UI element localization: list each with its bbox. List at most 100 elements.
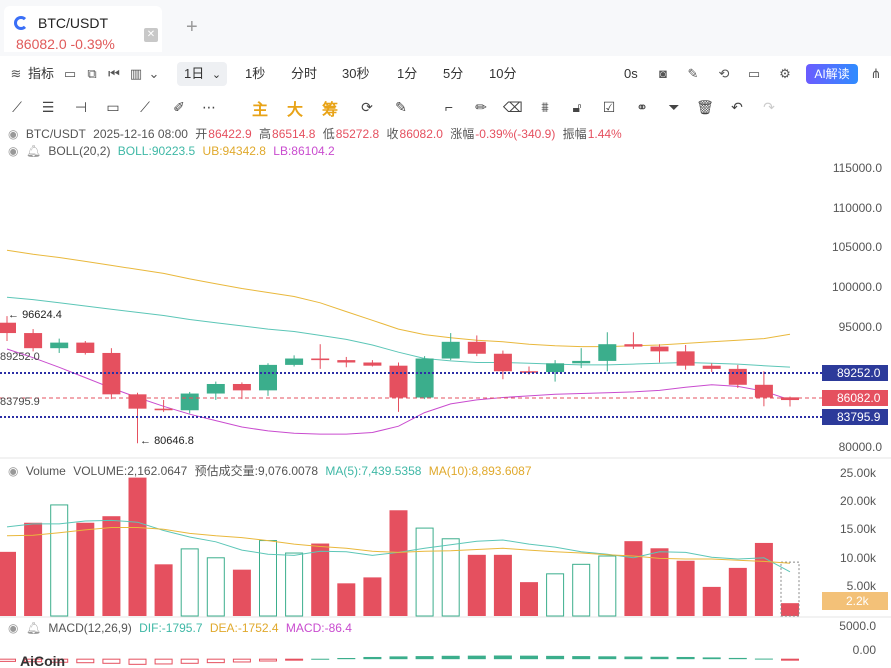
ohlc-change-label: 涨幅 xyxy=(450,127,475,141)
brand-logo: AiCoin xyxy=(20,653,65,668)
eye-icon[interactable]: ◉ xyxy=(8,127,18,141)
candle-body xyxy=(180,393,199,411)
candle-body xyxy=(702,365,721,369)
ai-interpret-button[interactable]: AI解读 xyxy=(806,64,858,84)
macd-bar xyxy=(467,655,486,660)
ray-icon[interactable]: ⊣ xyxy=(72,98,90,116)
redo-icon[interactable]: ↷ xyxy=(760,98,778,116)
camera-icon[interactable]: ◙ xyxy=(655,66,671,82)
macd-bar xyxy=(102,658,121,664)
candle-body xyxy=(50,342,69,349)
more-icon[interactable]: ⋯ xyxy=(200,98,218,116)
undo-icon[interactable]: ↶ xyxy=(728,98,746,116)
measure-icon[interactable]: ✏ xyxy=(472,98,490,116)
magnet-icon[interactable]: ⩩ xyxy=(536,98,554,116)
volume-axis-label: 25.00k xyxy=(840,466,877,480)
volume-bar xyxy=(50,504,69,617)
draw-tool-icon[interactable]: ✎ xyxy=(392,98,410,116)
sync-icon[interactable]: ⟲ xyxy=(716,66,732,82)
horizontal-lines-icon[interactable]: ☰ xyxy=(39,98,57,116)
period-30s[interactable]: 30秒 xyxy=(342,58,369,90)
period-timeline[interactable]: 分时 xyxy=(291,58,317,90)
bar-style-icon[interactable]: ▥ xyxy=(128,66,144,82)
tab-price: 86082.0 -0.39% xyxy=(16,36,115,52)
macd-bar xyxy=(598,656,617,660)
volume-bar xyxy=(76,522,95,616)
boll-mid-line xyxy=(6,296,791,368)
ohlc-change: -0.39%(-340.9) xyxy=(475,127,556,141)
close-icon[interactable]: ✕ xyxy=(144,28,158,42)
template-icon[interactable]: ▭ xyxy=(62,66,78,82)
indicator-icon[interactable]: ≋ xyxy=(8,66,24,82)
high-marker-value: 96624.4 xyxy=(22,309,62,321)
filter-icon[interactable]: ⏷ xyxy=(665,98,683,116)
layout-icon[interactable]: ▭ xyxy=(746,66,762,82)
macd-bar xyxy=(311,658,330,660)
chevron-down-icon: ⌄ xyxy=(211,69,222,81)
volume-axis-label: 15.00k xyxy=(840,522,877,536)
macd-bar xyxy=(520,655,538,660)
volume-bar xyxy=(781,603,799,616)
ohlc-close: 86082.0 xyxy=(399,127,443,141)
volume-bar xyxy=(546,573,565,617)
chip-button[interactable]: 筹 xyxy=(322,96,338,120)
refresh-icon[interactable]: ⟳ xyxy=(358,98,376,116)
main-indicator-button[interactable]: 主 xyxy=(252,96,268,120)
price-chart[interactable]: 115000.0 110000.0 105000.0 100000.0 9500… xyxy=(0,140,891,668)
volume-bar xyxy=(754,542,773,616)
candle-body xyxy=(24,333,43,349)
volume-bar xyxy=(206,557,225,617)
volume-bar xyxy=(624,541,643,616)
pen-icon[interactable]: ✎ xyxy=(685,66,701,82)
rectangle-icon[interactable]: ▭ xyxy=(104,98,122,116)
candle-body xyxy=(311,358,330,361)
volume-bar xyxy=(285,552,304,617)
volume-bars xyxy=(0,477,800,617)
macd-bar xyxy=(0,658,16,662)
eraser-icon[interactable]: ⌫ xyxy=(503,98,523,116)
text-icon[interactable]: ⌐ xyxy=(440,98,458,116)
volume-bar xyxy=(24,522,43,616)
volume-bar xyxy=(0,551,16,616)
price-axis-label: 80000.0 xyxy=(839,440,883,454)
plus-icon[interactable]: + xyxy=(186,16,198,39)
volume-bar xyxy=(180,548,199,617)
aicoin-logo-icon xyxy=(14,16,28,30)
volume-bar xyxy=(154,564,173,616)
lock-icon[interactable]: 🔓︎ xyxy=(568,98,586,116)
macd-bar xyxy=(389,656,408,660)
upper-level-left-label: 89252.0 xyxy=(0,351,40,363)
period-1s[interactable]: 1秒 xyxy=(245,58,265,90)
macd-bar xyxy=(363,656,382,660)
trash-icon[interactable]: 🗑︎ xyxy=(696,98,714,116)
candle-body xyxy=(546,363,565,373)
candle-body xyxy=(0,322,16,334)
tab-btc-usdt[interactable]: BTC/USDT 86082.0 -0.39% ✕ xyxy=(4,6,162,52)
ruler-icon[interactable]: ⟋ xyxy=(136,98,154,116)
period-1d[interactable]: 1日 ⌄ xyxy=(177,62,227,86)
period-5m[interactable]: 5分 xyxy=(443,58,463,90)
lower-level-left-label: 83795.9 xyxy=(0,396,40,408)
volume-bar xyxy=(676,560,695,616)
big-order-button[interactable]: 大 xyxy=(287,96,303,120)
chevron-down-icon[interactable]: ⌄ xyxy=(146,66,162,82)
candle-body xyxy=(154,408,173,411)
checklist-icon[interactable]: ☑ xyxy=(600,98,618,116)
candle-body xyxy=(415,358,434,398)
volume-axis-label: 5.00k xyxy=(847,579,877,593)
lower-level-tag: 83795.9 xyxy=(837,410,881,424)
replay-icon[interactable]: ⏮ xyxy=(106,66,122,82)
indicator-button[interactable]: 指标 xyxy=(28,58,54,90)
link-icon[interactable]: ⚭ xyxy=(633,98,651,116)
period-1m[interactable]: 1分 xyxy=(397,58,417,90)
period-10m[interactable]: 10分 xyxy=(489,58,516,90)
compare-icon[interactable]: ⧉ xyxy=(84,66,100,82)
macd-axis-label: 5000.0 xyxy=(839,619,876,633)
settings-icon[interactable]: ⚙ xyxy=(777,66,793,82)
trend-line-icon[interactable]: ⟋ xyxy=(8,98,26,116)
brush-icon[interactable]: ✐ xyxy=(170,98,188,116)
candle-body xyxy=(598,344,617,361)
ohlc-open-label: 开 xyxy=(195,127,208,141)
share-icon[interactable]: ⋔ xyxy=(868,66,884,82)
volume-bar xyxy=(467,554,486,616)
